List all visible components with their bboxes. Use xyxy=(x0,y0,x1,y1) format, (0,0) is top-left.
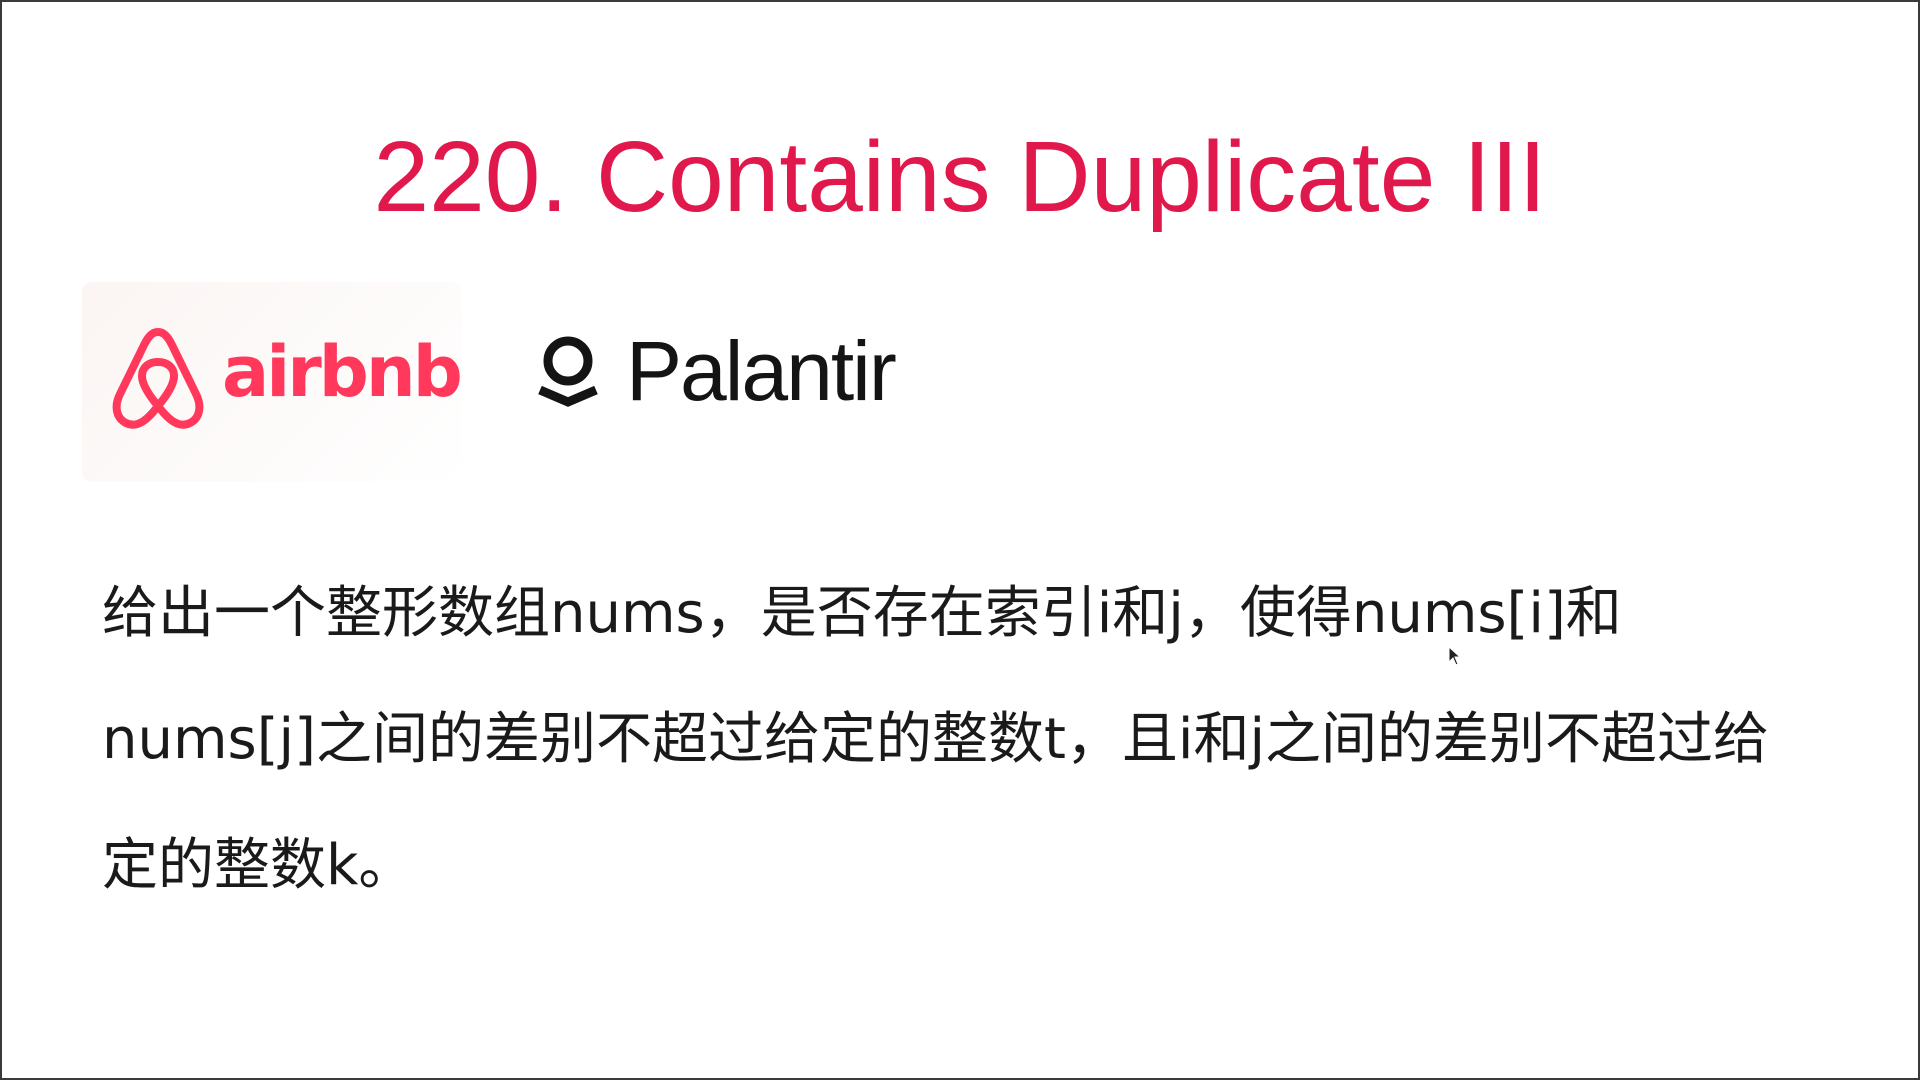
slide: 220. Contains Duplicate III airbnb Palan… xyxy=(0,0,1920,1080)
slide-title: 220. Contains Duplicate III xyxy=(373,121,1547,233)
airbnb-belo-icon xyxy=(112,328,204,429)
palantir-wordmark: Palantir xyxy=(626,324,897,418)
description-line: 定的整数k。 xyxy=(102,833,415,898)
description-line: 给出一个整形数组nums，是否存在索引i和j，使得nums[i]和 xyxy=(102,581,1622,646)
problem-description: 给出一个整形数组nums，是否存在索引i和j，使得nums[i]和 nums[j… xyxy=(102,551,1862,929)
airbnb-wordmark: airbnb xyxy=(222,331,463,413)
description-line: nums[j]之间的差别不超过给定的整数t，且i和j之间的差别不超过给 xyxy=(102,707,1770,772)
mouse-cursor-icon xyxy=(1448,646,1462,666)
palantir-icon xyxy=(538,336,598,407)
